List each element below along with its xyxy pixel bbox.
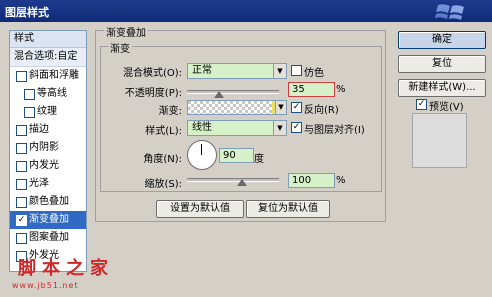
reverse-label: 反向(R) <box>304 105 339 116</box>
set-default-button[interactable]: 设置为默认值 <box>156 200 244 218</box>
angle-label: 角度(N): <box>143 154 182 165</box>
sidebar-item-checkbox[interactable] <box>24 107 35 118</box>
angle-unit: 度 <box>254 154 264 165</box>
sidebar-item-checkbox[interactable] <box>16 161 27 172</box>
style-select[interactable]: 线性 ▼ <box>187 120 287 136</box>
align-layer-label: 与图层对齐(I) <box>304 125 365 136</box>
blend-mode-select[interactable]: 正常 ▼ <box>187 63 287 79</box>
title-bar: 图层样式 <box>0 0 492 22</box>
angle-input[interactable]: 90 <box>219 148 254 163</box>
sidebar-item[interactable]: 斜面和浮雕 <box>10 67 86 85</box>
style-label: 样式(L): <box>145 126 182 137</box>
blend-mode-label: 混合模式(O): <box>122 68 182 79</box>
watermark-url: www.jb51.net <box>12 281 79 290</box>
scale-unit: % <box>336 175 346 186</box>
sidebar-item-label: 描边 <box>29 124 49 135</box>
scale-slider-thumb[interactable] <box>237 179 248 186</box>
sidebar-item-label: 内阴影 <box>29 142 59 153</box>
reset-button[interactable]: 复位 <box>398 55 486 73</box>
window-title: 图层样式 <box>5 6 49 19</box>
sidebar-item-checkbox[interactable] <box>16 125 27 136</box>
subgroup-title: 渐变 <box>108 40 132 55</box>
sidebar-item-checkbox[interactable] <box>16 71 27 82</box>
sidebar-item-checkbox[interactable] <box>24 89 35 100</box>
sidebar-item-checkbox[interactable] <box>16 233 27 244</box>
reverse-checkbox[interactable]: ✓ <box>291 102 302 113</box>
new-style-button[interactable]: 新建样式(W)... <box>398 79 486 97</box>
angle-dial[interactable] <box>187 140 217 170</box>
dither-checkbox[interactable] <box>291 65 302 76</box>
sidebar-item[interactable]: 内阴影 <box>10 139 86 157</box>
sidebar-item-label: 图案叠加 <box>29 232 69 243</box>
sidebar-item-label: 等高线 <box>37 88 67 99</box>
sidebar-item-label: 颜色叠加 <box>29 196 69 207</box>
blend-mode-value: 正常 <box>192 65 212 76</box>
chevron-down-icon: ▼ <box>273 121 286 135</box>
style-preview-swatch <box>412 113 467 168</box>
align-layer-checkbox[interactable]: ✓ <box>291 122 302 133</box>
angle-dial-hand <box>201 144 202 155</box>
sidebar-item[interactable]: 光泽 <box>10 175 86 193</box>
scale-label: 缩放(S): <box>144 179 182 190</box>
group-title: 渐变叠加 <box>104 24 148 39</box>
style-sidebar: 样式 混合选项:自定 斜面和浮雕 等高线 纹理 描边 内阴影 内发光 光泽 颜色叠加 ✓ 渐变叠加图… <box>9 30 87 272</box>
opacity-unit: % <box>336 84 346 95</box>
gradient-label: 渐变: <box>158 106 182 117</box>
sidebar-item[interactable]: 内发光 <box>10 157 86 175</box>
ok-button[interactable]: 确定 <box>398 31 486 49</box>
chevron-down-icon: ▼ <box>275 101 286 114</box>
gradient-picker[interactable]: ▼ <box>187 100 287 115</box>
sidebar-item[interactable]: 混合选项:自定 <box>10 48 86 67</box>
sidebar-item-label: 内发光 <box>29 160 59 171</box>
opacity-slider-thumb[interactable] <box>214 91 225 98</box>
sidebar-item[interactable]: 图案叠加 <box>10 229 86 247</box>
sidebar-item[interactable]: 等高线 <box>10 85 86 103</box>
sidebar-item-checkbox[interactable]: ✓ <box>16 215 27 226</box>
sidebar-item[interactable]: 描边 <box>10 121 86 139</box>
preview-label: 预览(V) <box>429 102 464 113</box>
opacity-input[interactable]: 35 <box>288 82 335 97</box>
watermark: 脚本之家 <box>18 258 114 279</box>
sidebar-header: 样式 <box>10 31 86 48</box>
chevron-down-icon: ▼ <box>273 64 286 78</box>
sidebar-item-label: 渐变叠加 <box>29 214 69 225</box>
scale-slider-track[interactable] <box>187 178 279 182</box>
scale-input[interactable]: 100 <box>288 173 335 188</box>
windows-logo-icon <box>435 4 464 20</box>
sidebar-item[interactable]: 纹理 <box>10 103 86 121</box>
sidebar-item-checkbox[interactable] <box>16 143 27 154</box>
sidebar-item-label: 光泽 <box>29 178 49 189</box>
reset-default-button[interactable]: 复位为默认值 <box>246 200 330 218</box>
opacity-slider-track[interactable] <box>187 90 279 94</box>
preview-checkbox[interactable]: ✓ <box>416 99 427 110</box>
opacity-label: 不透明度(P): <box>124 88 182 99</box>
sidebar-item-label: 斜面和浮雕 <box>29 70 79 81</box>
dither-label: 仿色 <box>304 68 324 79</box>
sidebar-item-checkbox[interactable] <box>16 197 27 208</box>
sidebar-item-label: 纹理 <box>37 106 57 117</box>
sidebar-item[interactable]: 颜色叠加 <box>10 193 86 211</box>
sidebar-item[interactable]: ✓ 渐变叠加 <box>10 211 86 229</box>
style-value: 线性 <box>192 122 212 133</box>
sidebar-item-checkbox[interactable] <box>16 179 27 190</box>
